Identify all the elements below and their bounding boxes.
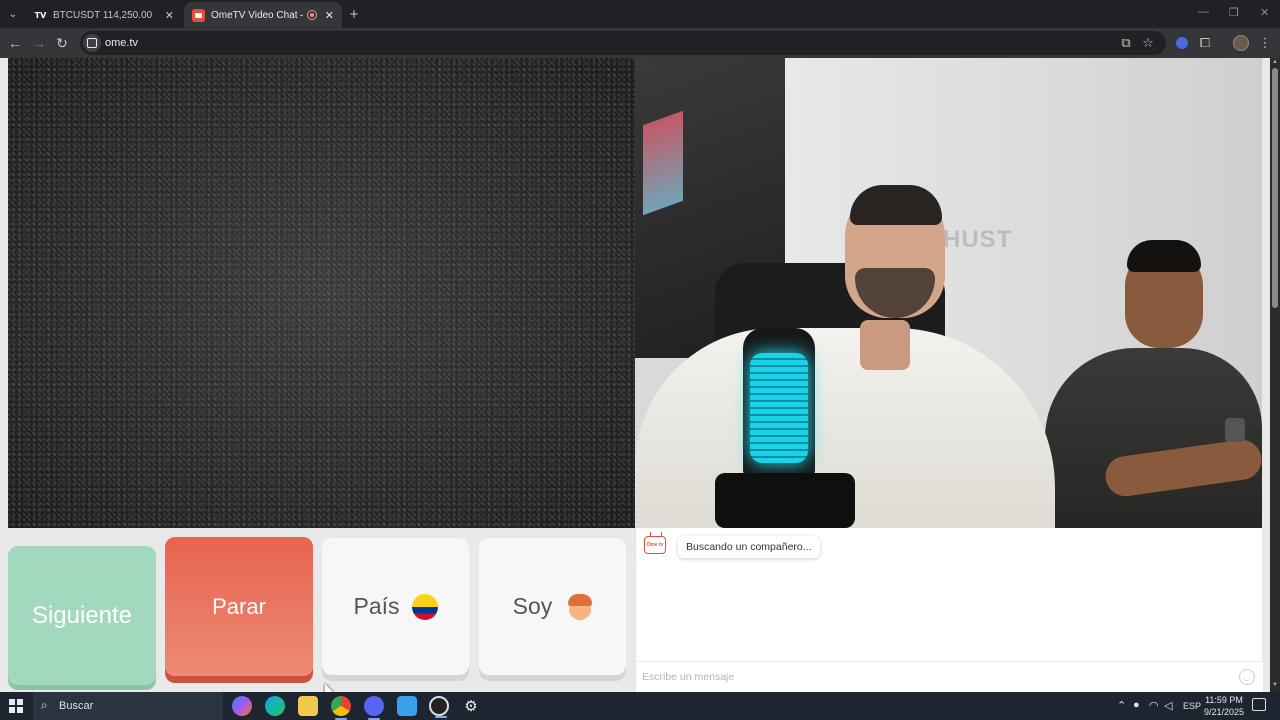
windows-start-icon[interactable]: [9, 699, 23, 713]
ometv-page: HUST Siguiente Parar País Soy Ome tv Bus…: [0, 58, 1270, 692]
restore-button[interactable]: ❐: [1229, 6, 1239, 19]
copilot-icon[interactable]: [232, 696, 252, 716]
next-button-label: Siguiente: [31, 601, 133, 629]
discord-icon[interactable]: [364, 696, 384, 720]
taskbar-clock[interactable]: 11:59 PM 9/21/2025: [1200, 694, 1248, 718]
notifications-icon[interactable]: [1252, 698, 1266, 711]
browser-toolbar: ← → ↻ ome.tv ⧉ ☆ ⧠ ⋮: [0, 28, 1280, 58]
minimize-button[interactable]: —: [1198, 6, 1209, 18]
recording-indicator-icon: [306, 10, 317, 20]
tab-ometv[interactable]: OmeTV Video Chat — Omegl ✕: [184, 2, 342, 28]
taskbar-search-label: Buscar: [59, 700, 94, 712]
self-video-feed: [8, 58, 635, 528]
chat-panel: Ome tv Buscando un compañero...: [635, 528, 1263, 692]
taskbar-search[interactable]: ⌕ Buscar: [33, 692, 223, 720]
video-watch: [1225, 418, 1245, 442]
video-led-light: [643, 110, 683, 216]
page-scrollbar[interactable]: ▲ ▼: [1270, 58, 1280, 692]
scroll-down-icon[interactable]: ▼: [1271, 682, 1279, 690]
cast-icon[interactable]: ⧉: [1117, 34, 1135, 52]
extensions-puzzle-icon[interactable]: ⧠: [1196, 34, 1214, 52]
chat-input-bar: [636, 661, 1263, 692]
tab-close-icon[interactable]: ✕: [325, 9, 334, 22]
gender-button-label: Soy: [512, 593, 553, 619]
obs-icon[interactable]: [429, 696, 449, 718]
video-microphone-base: [715, 473, 855, 528]
bookmark-star-icon[interactable]: ☆: [1139, 34, 1157, 52]
emoji-picker-icon[interactable]: [1239, 669, 1255, 685]
video-person-2-hair: [1127, 240, 1201, 272]
url-text[interactable]: ome.tv: [105, 37, 138, 49]
video-microphone-glow: [750, 353, 808, 463]
clock-date: 9/21/2025: [1203, 707, 1245, 717]
boy-emoji-icon: [568, 593, 593, 620]
partner-video-feed: HUST: [635, 58, 1262, 528]
video-person-1-neck: [860, 320, 910, 370]
tradingview-icon: TV: [34, 10, 47, 20]
windows-taskbar: ⌕ Buscar ⚙ ⌃ ● ◠ ◁ ESP 11:59 PM 9/21/202…: [0, 692, 1280, 720]
ometv-logo-icon: Ome tv: [644, 536, 666, 554]
scroll-thumb[interactable]: [1272, 68, 1278, 308]
reload-button[interactable]: ↻: [53, 34, 71, 52]
close-window-button[interactable]: ✕: [1260, 6, 1269, 19]
notes-app-icon[interactable]: [397, 696, 417, 716]
stop-button[interactable]: Parar: [165, 537, 313, 676]
ometv-icon: [192, 8, 205, 22]
wall-sign-text: HUST: [943, 226, 1013, 253]
colombia-flag-icon: [411, 593, 438, 620]
new-tab-button[interactable]: +: [346, 5, 362, 23]
extension-icon[interactable]: [1176, 37, 1188, 49]
chat-message-input[interactable]: [642, 668, 1222, 686]
file-explorer-icon[interactable]: [298, 696, 318, 716]
tab-title: OmeTV Video Chat — Omegl: [211, 9, 303, 21]
edge-icon[interactable]: [265, 696, 285, 716]
country-button-label: País: [353, 593, 400, 619]
tray-chevron-icon[interactable]: ⌃: [1117, 699, 1126, 712]
country-button[interactable]: País: [322, 538, 469, 675]
clock-time: 11:59 PM: [1205, 695, 1243, 705]
settings-icon[interactable]: ⚙: [461, 696, 481, 716]
tab-search-chevron-icon[interactable]: ⌄: [4, 5, 22, 23]
chrome-icon[interactable]: [331, 696, 351, 720]
tab-tradingview[interactable]: TV BTCUSDT 114,250.00 ▼ −0.85% ✕: [26, 2, 182, 28]
search-icon: ⌕: [41, 698, 48, 712]
volume-icon[interactable]: ◁: [1164, 699, 1172, 712]
wifi-icon[interactable]: ◠: [1149, 699, 1159, 712]
back-button[interactable]: ←: [6, 34, 24, 52]
gender-button[interactable]: Soy: [479, 538, 626, 675]
next-button[interactable]: Siguiente: [8, 546, 156, 685]
stop-button-label: Parar: [212, 593, 266, 619]
chat-status-message: Buscando un compañero...: [678, 536, 820, 558]
tab-strip: ⌄ TV BTCUSDT 114,250.00 ▼ −0.85% ✕ OmeTV…: [0, 0, 1280, 28]
address-bar[interactable]: ome.tv: [80, 31, 1166, 55]
forward-button[interactable]: →: [30, 34, 48, 52]
scroll-up-icon[interactable]: ▲: [1271, 59, 1279, 67]
menu-kebab-icon[interactable]: ⋮: [1256, 34, 1274, 52]
site-info-icon[interactable]: [83, 34, 101, 52]
tab-title: BTCUSDT 114,250.00 ▼ −0.85%: [53, 9, 157, 21]
profile-avatar[interactable]: [1233, 35, 1249, 51]
microphone-icon[interactable]: ●: [1133, 699, 1140, 711]
tab-close-icon[interactable]: ✕: [165, 9, 174, 22]
language-indicator[interactable]: ESP: [1183, 701, 1201, 711]
video-person-1-hair: [850, 185, 942, 225]
